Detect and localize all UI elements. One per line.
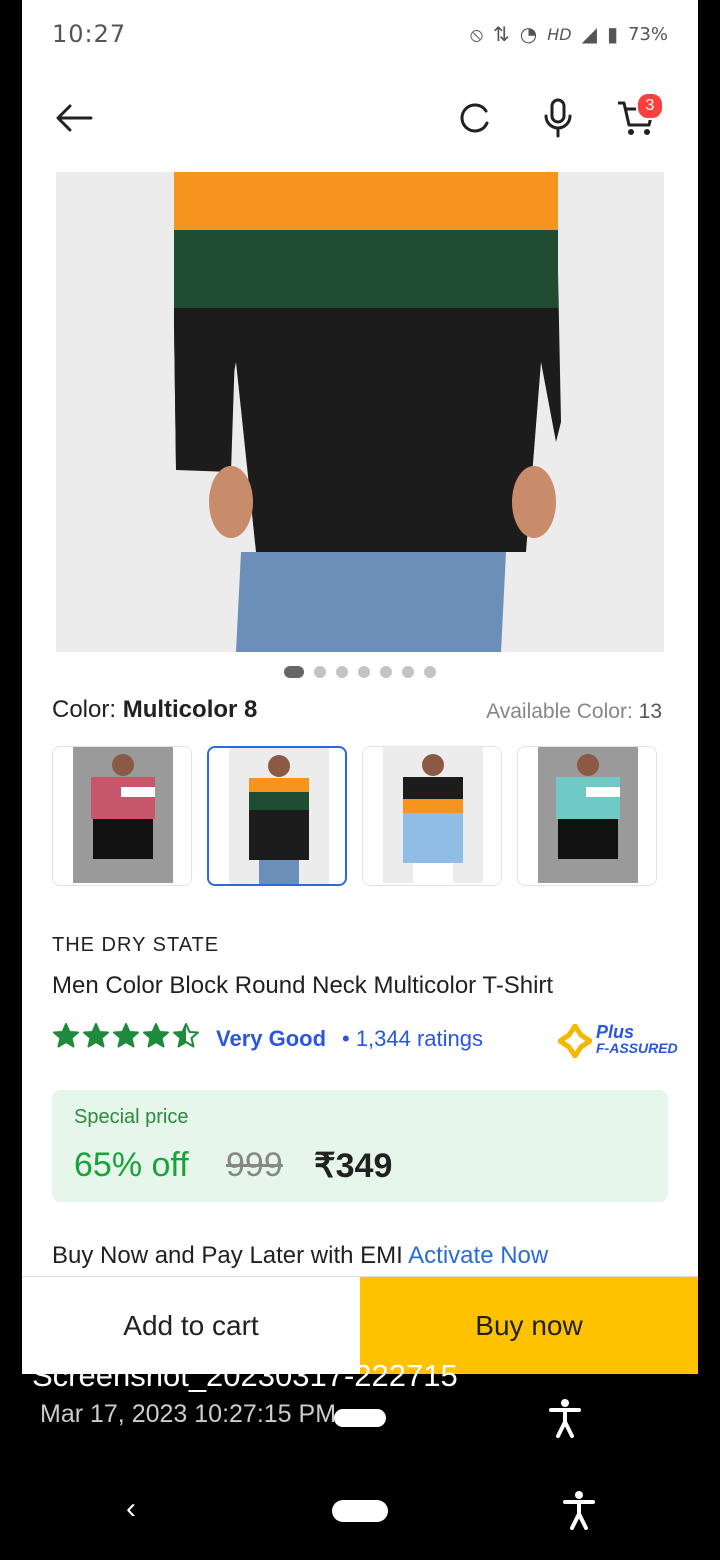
battery-icon: ▮ — [606, 22, 618, 46]
screenshot-timestamp: Mar 17, 2023 10:27:15 PM — [40, 1400, 337, 1428]
accessibility-icon[interactable] — [548, 1398, 582, 1443]
battery-percent: 73% — [627, 23, 668, 45]
refresh-button[interactable] — [450, 94, 498, 142]
microphone-icon — [544, 98, 572, 138]
cart-button[interactable]: 3 — [612, 92, 664, 142]
wifi-icon: ◔ — [519, 22, 538, 46]
network-label: HD — [547, 24, 572, 44]
star-icon — [143, 1023, 169, 1048]
signal-icon: ◢ — [581, 22, 597, 46]
f-assured-label: F-ASSURED — [596, 1040, 678, 1056]
rating-label: Very Good — [216, 1026, 327, 1051]
swatch-black-orange-blue[interactable] — [362, 746, 502, 886]
star-icon — [113, 1023, 139, 1048]
emi-row: Buy Now and Pay Later with EMI Activate … — [52, 1242, 548, 1270]
refresh-icon — [460, 103, 489, 133]
color-value: Multicolor 8 — [122, 696, 258, 723]
ratings-count: • 1,344 ratings — [342, 1026, 484, 1051]
swatch-image — [538, 747, 638, 883]
rating-stars — [52, 1022, 200, 1050]
cart-count-badge: 3 — [636, 92, 664, 120]
star-icon — [83, 1023, 109, 1048]
nav-accessibility-button[interactable] — [562, 1490, 596, 1535]
plus-logo-icon — [558, 1024, 592, 1058]
product-image[interactable] — [56, 172, 664, 652]
status-time: 10:27 — [52, 20, 127, 48]
pager-dot[interactable] — [314, 666, 326, 678]
swatch-image — [229, 748, 329, 884]
home-pill-overlay — [334, 1409, 386, 1427]
discount-percent: 65% off — [74, 1146, 189, 1184]
notification-off-icon: ⦸ — [469, 22, 483, 46]
top-bar: 3 — [22, 80, 698, 156]
image-pager[interactable] — [22, 664, 698, 680]
status-bar: 10:27 ⦸ ⇅ ◔ HD ◢ ▮ 73% — [22, 0, 698, 66]
pager-dot[interactable] — [380, 666, 392, 678]
nav-back-icon: ‹ — [126, 1492, 136, 1525]
special-price-label: Special price — [74, 1106, 189, 1128]
color-label: Color: — [52, 696, 117, 723]
product-photo — [56, 172, 664, 652]
star-icon — [53, 1023, 79, 1048]
swatch-orange-green-black[interactable] — [207, 746, 347, 886]
swatch-image — [383, 747, 483, 883]
price-box: Special price 65% off 999 ₹349 — [52, 1090, 668, 1202]
nav-back-button[interactable]: ‹ — [126, 1492, 136, 1526]
pager-dot[interactable] — [284, 666, 304, 678]
color-row: Color: Multicolor 8 Available Color: 13 — [52, 696, 662, 730]
accessibility-icon — [563, 1491, 595, 1530]
available-color-count: 13 — [638, 700, 662, 723]
plus-assured-badge: Plus F-ASSURED — [558, 1022, 678, 1058]
available-color-label: Available Color: — [486, 700, 633, 723]
pager-dot[interactable] — [402, 666, 414, 678]
pager-dot[interactable] — [358, 666, 370, 678]
voice-search-button[interactable] — [534, 94, 582, 142]
star-icon — [173, 1023, 199, 1048]
product-title: Men Color Block Round Neck Multicolor T-… — [52, 972, 554, 999]
original-price: 999 — [226, 1146, 283, 1184]
swatch-teal-white[interactable] — [517, 746, 657, 886]
swatch-pink-white[interactable] — [52, 746, 192, 886]
data-arrows-icon: ⇅ — [493, 22, 510, 46]
rating-row[interactable]: Very Good • 1,344 ratings Plus F-ASSURED — [52, 1022, 678, 1058]
activate-now-link[interactable]: Activate Now — [408, 1242, 548, 1269]
pager-dot[interactable] — [336, 666, 348, 678]
phone-screen: 10:27 ⦸ ⇅ ◔ HD ◢ ▮ 73% 3 Color: Multicol… — [22, 0, 698, 1374]
back-arrow-icon — [56, 104, 93, 132]
color-swatches — [52, 746, 668, 888]
final-price: ₹349 — [314, 1147, 393, 1185]
brand-name[interactable]: THE DRY STATE — [52, 934, 219, 957]
screenshot-filename: Screenshot_20230317-222715 — [32, 1358, 458, 1393]
status-icons: ⦸ ⇅ ◔ HD ◢ ▮ 73% — [470, 22, 668, 46]
nav-home-button[interactable] — [332, 1500, 388, 1522]
pager-dot[interactable] — [424, 666, 436, 678]
emi-text: Buy Now and Pay Later with EMI — [52, 1242, 403, 1269]
back-button[interactable] — [50, 94, 98, 142]
swatch-image — [73, 747, 173, 883]
